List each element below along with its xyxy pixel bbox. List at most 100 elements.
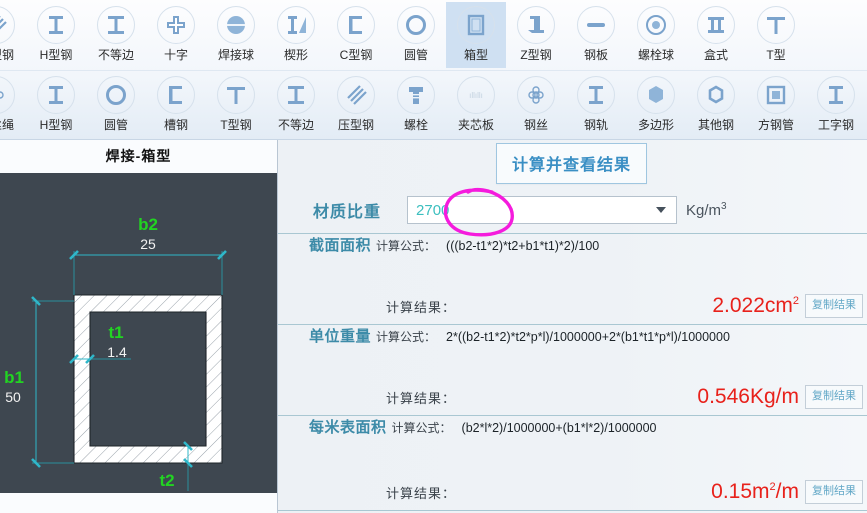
toolbar-item-label: T型 — [766, 48, 786, 62]
toolbar-item-polygon[interactable]: 多边形 — [626, 72, 686, 138]
h-beam-icon — [37, 6, 75, 44]
toolbar-item-label: 不等边 — [277, 118, 314, 132]
toolbar-item-round-pipe[interactable]: 圆管 — [86, 72, 146, 138]
toolbar-item-square-tube[interactable]: 方钢管 — [746, 72, 806, 138]
toolbar-item-channel-steel[interactable]: 槽钢 — [146, 72, 206, 138]
toolbar-item-label: T型钢 — [220, 118, 252, 132]
dim-label-b1: b1 — [4, 368, 24, 387]
cross-section-icon — [157, 6, 195, 44]
toolbar-item-label: 工字钢 — [817, 118, 854, 132]
calculation-section: 截面面积 计算公式： (((b2-t1*2)*t2+b1*t1)*2)/100 计算结… — [278, 233, 867, 324]
toolbar-item-box-section[interactable]: 箱型 — [446, 2, 506, 68]
steel-plate-icon — [577, 6, 615, 44]
toolbar-item-steel-wire[interactable]: 钢丝 — [506, 72, 566, 138]
toolbar-item-label: 箱型 — [463, 48, 488, 62]
round-pipe-icon — [397, 6, 435, 44]
diagram-title: 焊接-箱型 — [0, 140, 277, 173]
toolbar-item-other-steel[interactable]: 其他钢 — [686, 72, 746, 138]
bolt-sphere-icon — [637, 6, 675, 44]
toolbar-item-label: 楔形 — [283, 48, 308, 62]
toolbar-item-h-beam[interactable]: H型钢 — [26, 72, 86, 138]
toolbar-item-label: 钢轨 — [583, 118, 608, 132]
dim-value-b1: 50 — [5, 389, 21, 405]
steel-wire-icon — [517, 76, 555, 114]
toolbar-item-label: 夹芯板 — [457, 118, 494, 132]
box-profile — [73, 294, 223, 464]
toolbar-item-round-pipe[interactable]: 圆管 — [386, 2, 446, 68]
toolbar-item-wire-rope[interactable]: 钢丝绳 — [0, 72, 26, 138]
z-section-icon — [517, 6, 555, 44]
toolbar-item-label: 盒式 — [703, 48, 728, 62]
toolbar-item-label: 圆管 — [103, 118, 128, 132]
section-label: 截面面积 — [309, 237, 372, 254]
copy-result-button[interactable]: 复制结果 — [805, 385, 863, 409]
toolbar-item-unequal-angle[interactable]: 不等边 — [266, 72, 326, 138]
chevron-down-icon[interactable] — [656, 207, 667, 213]
toolbar-item-label: 螺栓球 — [637, 48, 674, 62]
toolbar-item-label: 钢丝绳 — [0, 118, 14, 132]
dim-label-b2: b2 — [138, 215, 158, 234]
result-caption: 计算结果： — [386, 299, 457, 315]
section-type-toolbar: 压型钢H型钢不等边十字焊接球楔形C型钢圆管箱型Z型钢钢板螺栓球盒式T型 钢丝绳H… — [0, 0, 867, 140]
dim-label-t2: t2 — [159, 471, 174, 490]
box-cassette-icon — [697, 6, 735, 44]
diagram-panel: 焊接-箱型 b2 25 b1 50 t1 1.4 t2 1.4 — [0, 140, 277, 513]
toolbar-item-sandwich-panel[interactable]: ıllıllı 夹芯板 — [446, 72, 506, 138]
toolbar-item-bolt-sphere[interactable]: 螺栓球 — [626, 2, 686, 68]
toolbar-item-deck-plate[interactable]: 压型钢 — [0, 2, 26, 68]
formula-caption: 计算公式： — [376, 330, 437, 344]
density-select[interactable]: 2700 — [407, 196, 678, 224]
copy-result-button[interactable]: 复制结果 — [805, 480, 863, 504]
formula-expression: (b2*l*2)/1000000+(b1*l*2)/1000000 — [461, 421, 657, 435]
formula-expression: (((b2-t1*2)*t2+b1*t1)*2)/100 — [446, 239, 600, 253]
toolbar-item-t-section[interactable]: T型 — [746, 2, 806, 68]
result-value: 0.15m2/m — [711, 480, 799, 503]
result-caption: 计算结果： — [386, 485, 457, 501]
toolbar-item-steel-plate[interactable]: 钢板 — [566, 2, 626, 68]
formula-expression: 2*((b2-t1*2)*t2*p*l)/1000000+2*(b1*t1*p*… — [446, 330, 730, 344]
toolbar-item-rail[interactable]: 钢轨 — [566, 72, 626, 138]
copy-result-button[interactable]: 复制结果 — [805, 294, 863, 318]
formula-row: 单位重量 计算公式： 2*((b2-t1*2)*t2*p*l)/1000000+2*… — [278, 325, 867, 352]
toolbar-item-welded-sphere[interactable]: 焊接球 — [206, 2, 266, 68]
toolbar-item-bolt[interactable]: 螺栓 — [386, 72, 446, 138]
toolbar-item-label: 压型钢 — [0, 48, 14, 62]
app-root: 压型钢H型钢不等边十字焊接球楔形C型钢圆管箱型Z型钢钢板螺栓球盒式T型 钢丝绳H… — [0, 0, 867, 513]
toolbar-item-profiled-sheet[interactable]: 压型钢 — [326, 72, 386, 138]
section-label: 单位重量 — [309, 328, 372, 345]
polygon-icon — [637, 76, 675, 114]
toolbar-item-unequal-angle[interactable]: 不等边 — [86, 2, 146, 68]
dim-label-t1: t1 — [108, 323, 123, 342]
results-panel: 计算并查看结果 材质比重 2700 Kg/m3 截面面积 计算公式： (((b2-t… — [277, 140, 867, 513]
formula-row: 截面面积 计算公式： (((b2-t1*2)*t2+b1*t1)*2)/100 — [278, 234, 867, 261]
toolbar-item-wedge[interactable]: 楔形 — [266, 2, 326, 68]
box-section-icon — [457, 6, 495, 44]
toolbar-item-z-section[interactable]: Z型钢 — [506, 2, 566, 68]
formula-row: 每米表面积 计算公式： (b2*l*2)/1000000+(b1*l*2)/1000… — [278, 416, 867, 443]
toolbar-item-label: 螺栓 — [403, 118, 428, 132]
result-row: 计算结果： 2.022cm2 复制结果 — [278, 288, 867, 324]
calculate-and-view-results-button[interactable]: 计算并查看结果 — [496, 143, 648, 184]
other-steel-icon — [697, 76, 735, 114]
t-section-icon — [757, 6, 795, 44]
dim-value-b2: 25 — [140, 236, 156, 252]
result-caption: 计算结果： — [386, 390, 457, 406]
toolbar-item-label: H型钢 — [39, 118, 73, 132]
toolbar-item-box-cassette[interactable]: 盒式 — [686, 2, 746, 68]
toolbar-item-i-beam[interactable]: 工字钢 — [806, 72, 866, 138]
toolbar-item-cross-section[interactable]: 十字 — [146, 2, 206, 68]
wire-rope-icon — [0, 76, 15, 114]
toolbar-item-c-channel[interactable]: C型钢 — [326, 2, 386, 68]
result-value: 0.546Kg/m — [697, 385, 799, 408]
sandwich-panel-icon: ıllıllı — [457, 76, 495, 114]
deck-plate-icon — [0, 6, 15, 44]
result-value: 2.022cm2 — [712, 294, 799, 317]
calculate-button-row: 计算并查看结果 — [278, 140, 867, 187]
toolbar-row-1: 压型钢 H型钢 不等边 十字 焊接球 楔形 C型钢 圆管 箱型 Z型钢 钢板 螺栓球 盒式 T型 — [0, 0, 867, 70]
toolbar-item-label: 压型钢 — [337, 118, 374, 132]
toolbar-item-h-beam[interactable]: H型钢 — [26, 2, 86, 68]
section-label: 每米表面积 — [309, 419, 387, 436]
toolbar-item-t-beam[interactable]: T型钢 — [206, 72, 266, 138]
